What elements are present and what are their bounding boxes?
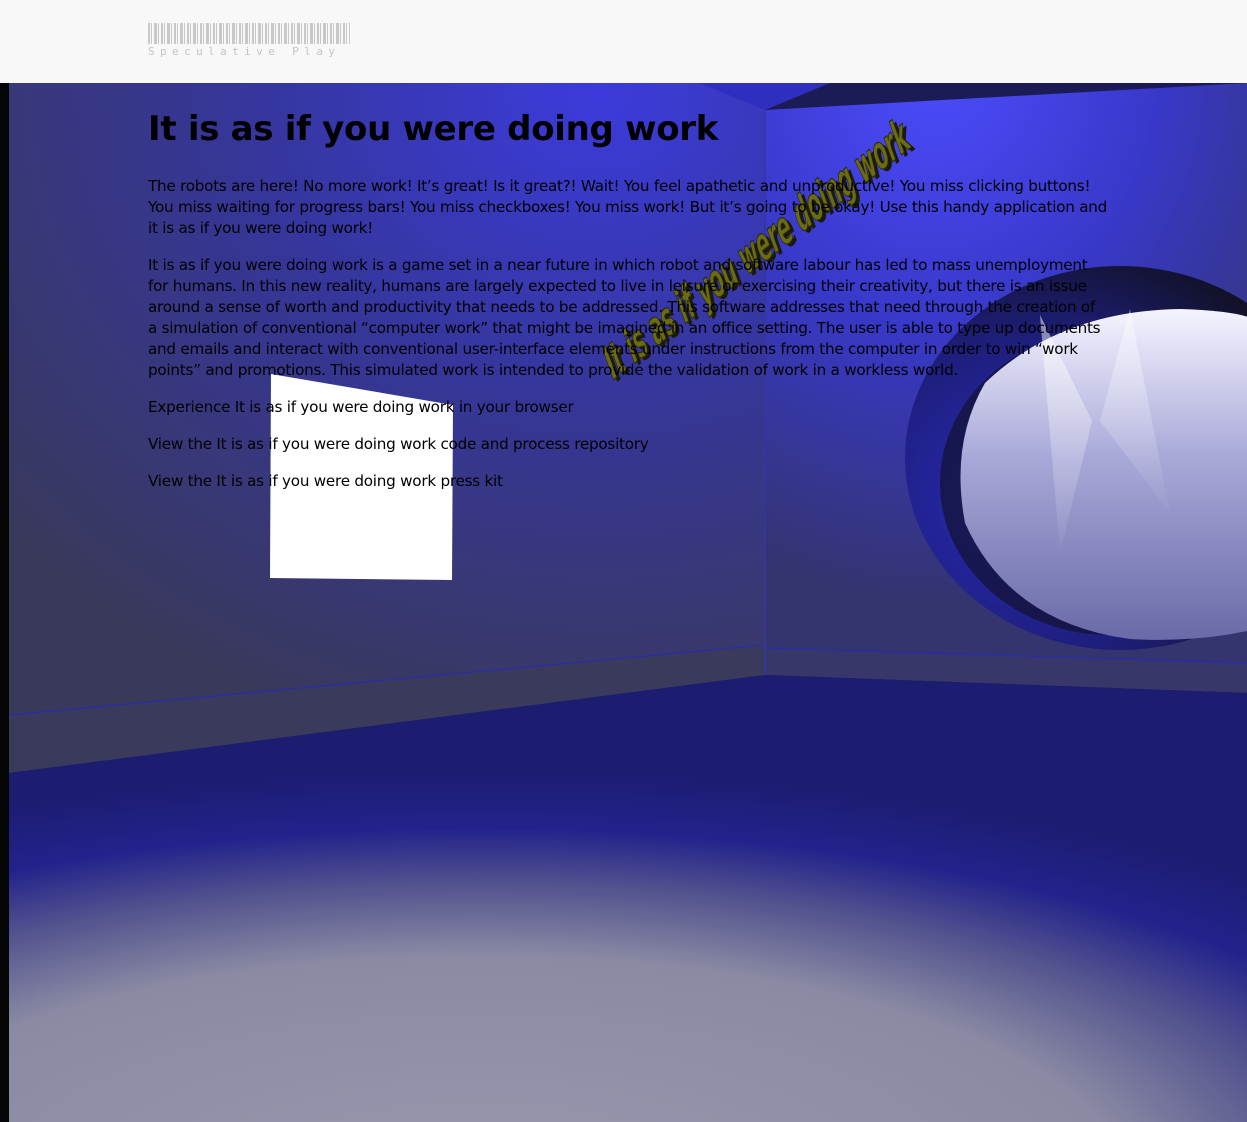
page-title: It is as if you were doing work: [148, 109, 719, 149]
article-content: It is as if you were doing work The robo…: [148, 83, 1108, 508]
link-paragraph-browser: Experience It is as if you were doing wo…: [148, 397, 1108, 418]
site-logo[interactable]: Speculative Play: [148, 23, 350, 59]
code-repository-link[interactable]: View the It is as if you were doing work…: [148, 435, 649, 453]
site-header: Speculative Play: [0, 0, 1247, 83]
logo-text: Speculative Play: [148, 45, 341, 58]
intro-paragraph: The robots are here! No more work! It’s …: [148, 177, 1108, 237]
play-in-browser-link[interactable]: Experience It is as if you were doing wo…: [148, 398, 574, 416]
link-paragraph-repo: View the It is as if you were doing work…: [148, 434, 1108, 455]
scene-left-edge: [0, 83, 9, 1122]
link-paragraph-presskit: View the It is as if you were doing work…: [148, 471, 1108, 492]
press-kit-link[interactable]: View the It is as if you were doing work…: [148, 472, 503, 490]
logo-barcode-icon: [148, 23, 350, 44]
description-paragraph: It is as if you were doing work is a gam…: [148, 256, 1101, 379]
